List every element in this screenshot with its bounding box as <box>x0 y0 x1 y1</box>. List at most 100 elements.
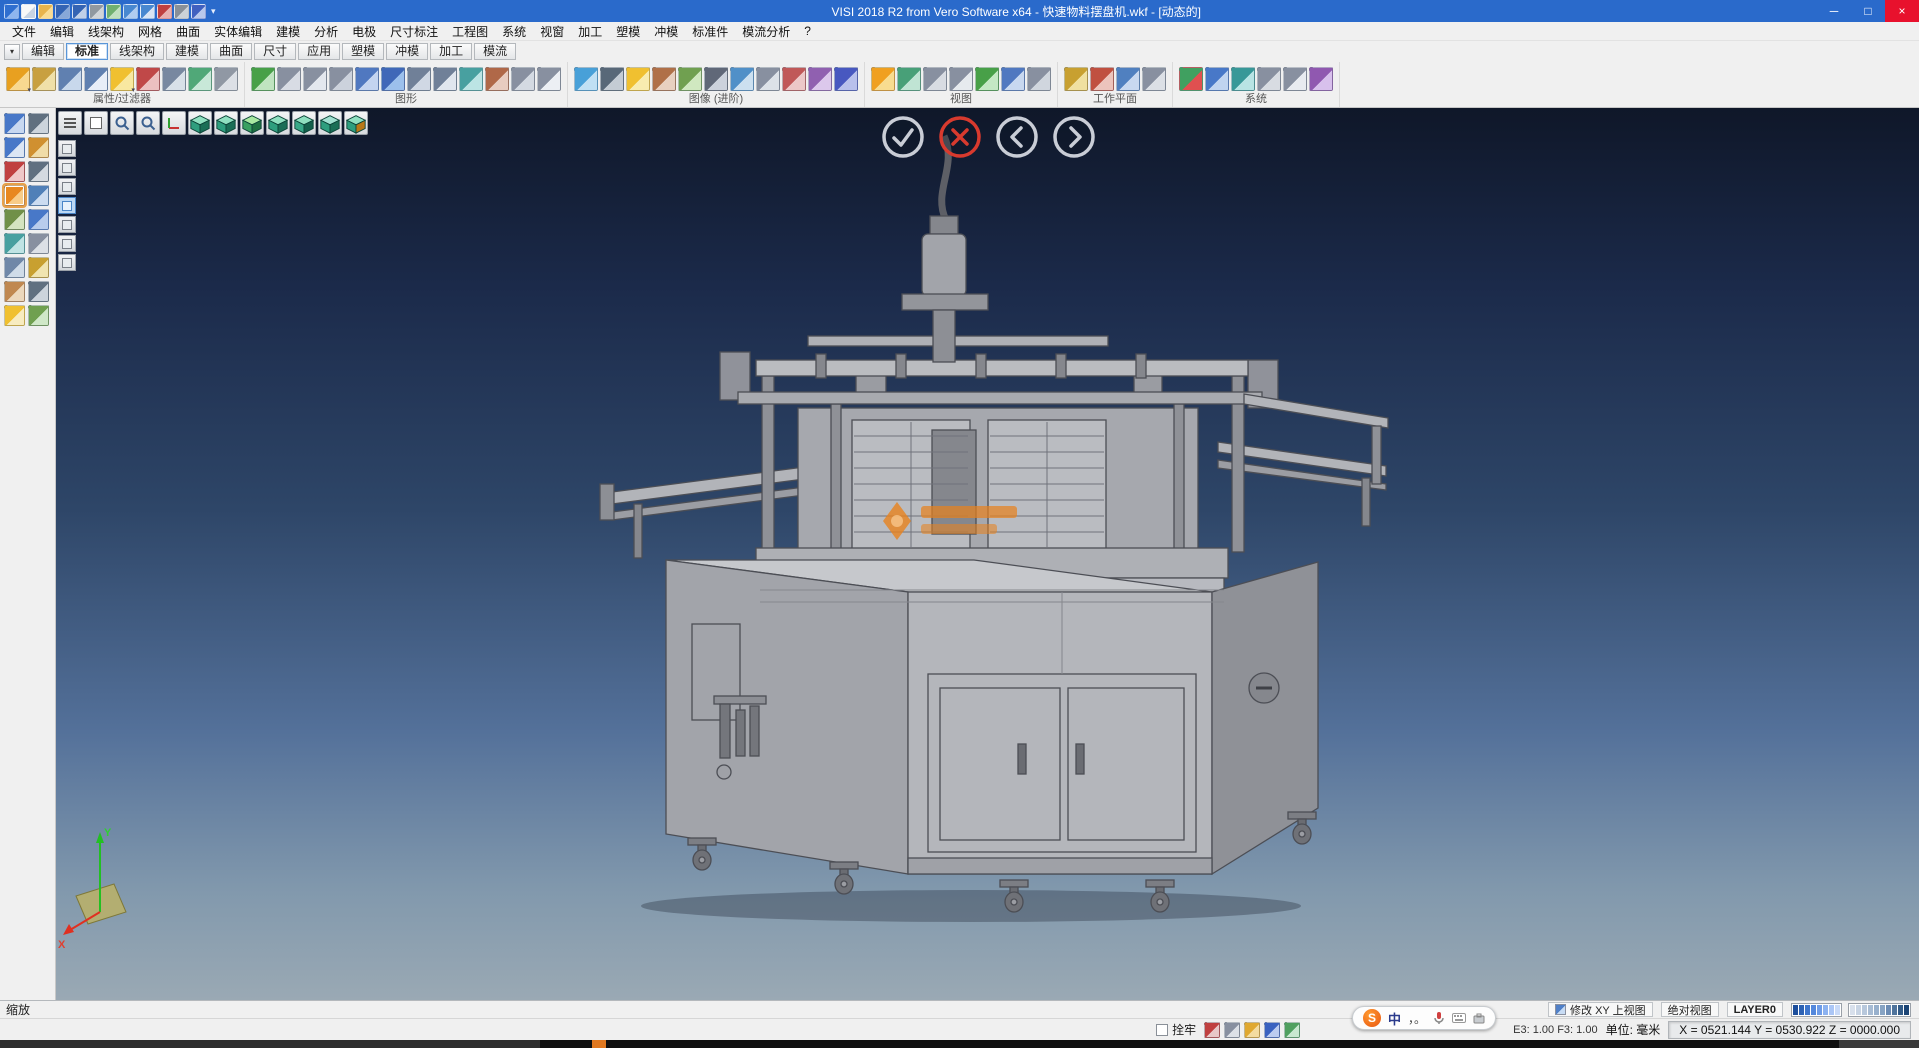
capture-screen-icon[interactable] <box>1204 1022 1220 1038</box>
export-arrow-icon[interactable] <box>28 305 49 326</box>
background-icon[interactable] <box>756 67 780 91</box>
tab[interactable]: 曲面 <box>210 43 252 60</box>
layers-icon[interactable] <box>28 281 49 302</box>
view-bottom-icon[interactable] <box>344 111 368 135</box>
perspective-icon[interactable] <box>433 67 457 91</box>
viewport-toggle-button-7[interactable] <box>58 254 76 271</box>
zoom-window-icon[interactable] <box>110 111 134 135</box>
next-view-icon[interactable] <box>949 67 973 91</box>
cart-library-icon[interactable] <box>4 209 25 230</box>
globe-settings-icon[interactable] <box>1231 67 1255 91</box>
viewport-toggle-button-1[interactable] <box>58 140 76 157</box>
delete-icon[interactable] <box>157 4 172 19</box>
viewport-toggle-button-6[interactable] <box>58 235 76 252</box>
rotate-view-icon[interactable] <box>1001 67 1025 91</box>
ime-logo-icon[interactable]: S <box>1363 1009 1381 1027</box>
lock-checkbox[interactable] <box>1156 1024 1168 1036</box>
cancel-button[interactable] <box>938 115 982 159</box>
render-photo-icon[interactable] <box>574 67 598 91</box>
view-cube-icon[interactable] <box>897 67 921 91</box>
snap-grid-icon[interactable] <box>4 137 25 158</box>
view-manager-icon[interactable] <box>1027 67 1051 91</box>
menu-item[interactable]: 建模 <box>269 23 307 40</box>
tab-overflow-button[interactable]: ▾ <box>4 44 20 60</box>
sketch-pencil-icon[interactable] <box>28 137 49 158</box>
menu-item[interactable]: 电极 <box>345 23 383 40</box>
minimize-button[interactable]: ─ <box>1817 0 1851 22</box>
notebook-icon[interactable] <box>28 257 49 278</box>
display-list-icon[interactable] <box>84 111 108 135</box>
absolute-view-field[interactable]: 绝对视图 <box>1661 1002 1719 1017</box>
measure-ruler-icon[interactable] <box>28 161 49 182</box>
new-file-icon[interactable] <box>21 4 36 19</box>
workplane-reset-icon[interactable] <box>1142 67 1166 91</box>
solid-cube-icon[interactable] <box>28 209 49 230</box>
select-arrow-icon[interactable] <box>4 113 25 134</box>
viewport-toggle-button-3[interactable] <box>58 178 76 195</box>
maximize-button[interactable]: □ <box>1851 0 1885 22</box>
workplane-align-icon[interactable] <box>1116 67 1140 91</box>
shadow-icon[interactable] <box>704 67 728 91</box>
magnet-snap-icon[interactable] <box>4 161 25 182</box>
ime-keyboard-icon[interactable] <box>1452 1013 1466 1023</box>
material-icon[interactable] <box>652 67 676 91</box>
confirm-button[interactable] <box>881 115 925 159</box>
menu-item[interactable]: 线架构 <box>81 23 131 40</box>
view-left-icon[interactable] <box>292 111 316 135</box>
menu-item[interactable]: 系统 <box>495 23 533 40</box>
zoom-select-icon[interactable] <box>1224 1022 1240 1038</box>
previous-view-icon[interactable] <box>923 67 947 91</box>
save-all-icon[interactable] <box>72 4 87 19</box>
plane-face-icon[interactable] <box>28 233 49 254</box>
tab[interactable]: 编辑 <box>22 43 64 60</box>
filter-layer-icon[interactable] <box>84 67 108 91</box>
eye-visibility-icon[interactable] <box>975 67 999 91</box>
sun-light-icon[interactable] <box>871 67 895 91</box>
tab[interactable]: 模流 <box>474 43 516 60</box>
save-icon[interactable] <box>55 4 70 19</box>
select-all-icon[interactable] <box>162 67 186 91</box>
viewport[interactable]: Y X <box>56 108 1919 1000</box>
zoom-previous-icon[interactable] <box>136 111 160 135</box>
tab[interactable]: 线架构 <box>110 43 164 60</box>
full-screen-icon[interactable] <box>537 67 561 91</box>
tab[interactable]: 建模 <box>166 43 208 60</box>
hidden-line-icon[interactable] <box>407 67 431 91</box>
tab[interactable]: 冲模 <box>386 43 428 60</box>
print-icon[interactable] <box>89 4 104 19</box>
undo-icon[interactable] <box>123 4 138 19</box>
ime-language-toggle[interactable]: 中 <box>1388 1009 1401 1028</box>
workplane-axis-icon[interactable] <box>1090 67 1114 91</box>
redo-icon[interactable] <box>140 4 155 19</box>
close-button[interactable]: × <box>1885 0 1919 22</box>
viewport-toggle-button-4[interactable] <box>58 197 76 214</box>
tab[interactable]: 加工 <box>430 43 472 60</box>
view-front-icon[interactable] <box>214 111 238 135</box>
clay-render-icon[interactable] <box>1309 67 1333 91</box>
shaded-mode-icon[interactable] <box>381 67 405 91</box>
hand-pan-icon[interactable] <box>4 281 25 302</box>
tab[interactable]: 标准 <box>66 43 108 60</box>
ime-toolbox-icon[interactable] <box>1473 1013 1485 1024</box>
canvas-menu-icon[interactable] <box>58 111 82 135</box>
view-mode-field[interactable]: 修改 XY 上视图 <box>1548 1002 1653 1017</box>
menu-item[interactable]: 模流分析 <box>735 23 797 40</box>
monitor-settings-icon[interactable] <box>1205 67 1229 91</box>
layer-field[interactable]: LAYER0 <box>1727 1002 1783 1017</box>
view-iso-icon[interactable] <box>188 111 212 135</box>
chart-icon[interactable] <box>1284 1022 1300 1038</box>
filter-type-icon[interactable] <box>58 67 82 91</box>
section-view-icon[interactable] <box>485 67 509 91</box>
sphere-icon[interactable] <box>4 233 25 254</box>
viewport-toggle-button-5[interactable] <box>58 216 76 233</box>
magnet-filter-icon[interactable] <box>136 67 160 91</box>
copy-attributes-icon[interactable] <box>32 67 56 91</box>
tab[interactable]: 塑模 <box>342 43 384 60</box>
folder-icon[interactable] <box>1244 1022 1260 1038</box>
zoom-window-icon[interactable] <box>303 67 327 91</box>
menu-item[interactable]: 冲模 <box>647 23 685 40</box>
trim-scissors-icon[interactable] <box>28 113 49 134</box>
mask-elements-icon[interactable] <box>188 67 212 91</box>
app-icon[interactable] <box>4 4 19 19</box>
tab[interactable]: 尺寸 <box>254 43 296 60</box>
